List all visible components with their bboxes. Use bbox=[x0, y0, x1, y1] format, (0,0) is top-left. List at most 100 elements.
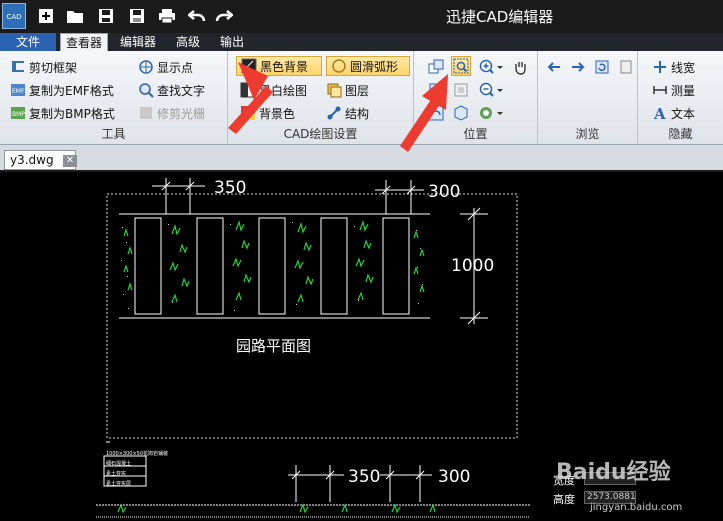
line-width-button[interactable]: 线宽 bbox=[652, 57, 695, 77]
window-title: 迅捷CAD编辑器 bbox=[446, 8, 554, 26]
stone bbox=[196, 217, 224, 315]
group-label-tools: 工具 bbox=[101, 127, 126, 141]
section-grass bbox=[117, 503, 436, 514]
clip-frame-icon bbox=[10, 59, 26, 75]
tab-editor[interactable]: 编辑器 bbox=[114, 33, 162, 51]
svg-text:BMP: BMP bbox=[12, 111, 25, 118]
dimension-300-top bbox=[375, 180, 424, 214]
app-logo-icon[interactable]: CAD bbox=[2, 3, 26, 29]
view-3d-icon[interactable] bbox=[451, 103, 471, 123]
text-icon: A bbox=[652, 105, 668, 121]
close-icon[interactable]: ✕ bbox=[63, 155, 77, 167]
structure-button[interactable]: 结构 bbox=[326, 103, 369, 123]
background-color-button[interactable]: 背景色 bbox=[240, 103, 295, 123]
stone bbox=[258, 217, 286, 315]
group-tools: 剪切框架 EMF 复制为EMF格式 BMP 复制为BMP格式 显示点 查找文字 … bbox=[0, 51, 228, 144]
title-bar: CAD 迅捷CAD编辑器 bbox=[0, 0, 723, 33]
black-background-icon bbox=[241, 58, 257, 74]
tab-viewer[interactable]: 查看器 bbox=[60, 33, 108, 52]
stone bbox=[320, 217, 348, 315]
group-label-browse: 浏览 bbox=[575, 127, 600, 141]
redo-icon[interactable] bbox=[214, 6, 234, 26]
group-label-hide: 隐藏 bbox=[668, 127, 693, 141]
dimension-label-300-bottom: 300 bbox=[438, 467, 471, 487]
bw-drawing-button[interactable]: 黑白绘图 bbox=[240, 80, 307, 100]
group-label-cad-settings: CAD绘图设置 bbox=[283, 127, 358, 141]
paving-note: 1000×300×50花岗岩铺装 bbox=[106, 451, 169, 457]
ribbon-tab-bar: 文件 查看器 编辑器 高级 输出 bbox=[0, 33, 723, 52]
stone bbox=[382, 217, 410, 315]
find-text-button[interactable]: 查找文字 bbox=[138, 80, 205, 100]
group-position: 位置 bbox=[414, 51, 538, 144]
add-icon[interactable] bbox=[36, 6, 56, 26]
copy-emf-button[interactable]: EMF 复制为EMF格式 bbox=[10, 80, 114, 100]
svg-text:A: A bbox=[653, 105, 666, 121]
folder-open-icon[interactable] bbox=[65, 6, 85, 26]
ribbon-panel: 剪切框架 EMF 复制为EMF格式 BMP 复制为BMP格式 显示点 查找文字 … bbox=[0, 51, 723, 145]
structure-icon bbox=[326, 105, 342, 121]
layers-icon bbox=[326, 82, 342, 98]
trim-raster-icon bbox=[138, 105, 154, 121]
group-label-position: 位置 bbox=[463, 127, 488, 141]
baidu-watermark: Baidu经验 bbox=[556, 460, 671, 485]
tab-advanced[interactable]: 高级 bbox=[168, 33, 208, 51]
document-tab-bar: y3.dwg ✕ bbox=[0, 145, 723, 172]
group-cad-settings: 黑色背景 圆滑弧形 黑白绘图 图层 背景色 结构 CAD绘图设置 bbox=[228, 51, 414, 144]
layers-button[interactable]: 图层 bbox=[326, 80, 369, 100]
smooth-arc-button[interactable]: 圆滑弧形 bbox=[326, 56, 410, 76]
tab-output[interactable]: 输出 bbox=[214, 33, 250, 51]
find-text-icon bbox=[138, 82, 154, 98]
hand-pan-icon[interactable] bbox=[510, 57, 530, 77]
orbit-icon[interactable] bbox=[478, 103, 506, 123]
undo-icon[interactable] bbox=[187, 6, 207, 26]
legend-item-2: 素土夯实 bbox=[106, 471, 127, 477]
fit-icon[interactable] bbox=[426, 80, 446, 100]
black-background-button[interactable]: 黑色背景 bbox=[236, 56, 322, 76]
print-icon[interactable] bbox=[157, 6, 177, 26]
legend-item-1: 细石混凝土 bbox=[106, 461, 132, 467]
line-width-icon bbox=[652, 59, 668, 75]
bmp-icon: BMP bbox=[10, 105, 26, 121]
dimension-label-350-bottom: 350 bbox=[348, 467, 381, 487]
previous-view-icon[interactable] bbox=[544, 57, 564, 77]
drawing-caption: 园路平面图 bbox=[236, 337, 312, 355]
rotate-3d-icon[interactable] bbox=[426, 103, 446, 123]
crosshair-icon bbox=[138, 59, 154, 75]
drawing-frame bbox=[106, 193, 518, 439]
group-browse: 浏览 bbox=[538, 51, 638, 144]
dimension-label-350-top: 350 bbox=[214, 178, 247, 198]
show-points-button[interactable]: 显示点 bbox=[138, 57, 193, 77]
emf-icon: EMF bbox=[10, 82, 26, 98]
smooth-arc-icon bbox=[331, 58, 347, 74]
stone bbox=[134, 217, 162, 315]
save-icon[interactable] bbox=[96, 6, 116, 26]
gravel-texture bbox=[121, 222, 423, 311]
legend-item-3: 素土夯实层 bbox=[106, 481, 132, 487]
palette-icon bbox=[240, 105, 256, 121]
extents-icon[interactable] bbox=[451, 80, 471, 100]
bw-drawing-icon bbox=[240, 82, 256, 98]
next-view-icon[interactable] bbox=[568, 57, 588, 77]
zoom-in-icon[interactable] bbox=[478, 57, 506, 77]
pan-window-icon[interactable] bbox=[426, 57, 446, 77]
copy-bmp-button[interactable]: BMP 复制为BMP格式 bbox=[10, 103, 115, 123]
trim-raster-button[interactable]: 修剪光栅 bbox=[138, 103, 205, 123]
tab-file[interactable]: 文件 bbox=[0, 33, 56, 51]
clip-frame-button[interactable]: 剪切框架 bbox=[10, 57, 77, 77]
dimension-label-300-top: 300 bbox=[428, 182, 461, 202]
measure-button[interactable]: 测量 bbox=[652, 80, 695, 100]
watermark-url: jingyan.baidu.com bbox=[590, 502, 683, 513]
refresh-view-icon[interactable] bbox=[592, 57, 612, 77]
dimension-350-top bbox=[152, 178, 205, 214]
dimension-label-1000: 1000 bbox=[451, 256, 495, 276]
save-as-icon[interactable] bbox=[127, 6, 147, 26]
page-icon[interactable] bbox=[616, 57, 636, 77]
group-hide: 线宽 测量 A 文本 隐藏 bbox=[638, 51, 723, 144]
zoom-window-icon[interactable] bbox=[451, 56, 471, 76]
grass-pattern bbox=[123, 219, 425, 303]
text-button[interactable]: A 文本 bbox=[652, 103, 695, 123]
svg-text:EMF: EMF bbox=[12, 88, 25, 95]
height-label: 高度 bbox=[553, 493, 575, 506]
zoom-out-icon[interactable] bbox=[478, 80, 506, 100]
document-tab[interactable]: y3.dwg ✕ bbox=[4, 150, 77, 170]
